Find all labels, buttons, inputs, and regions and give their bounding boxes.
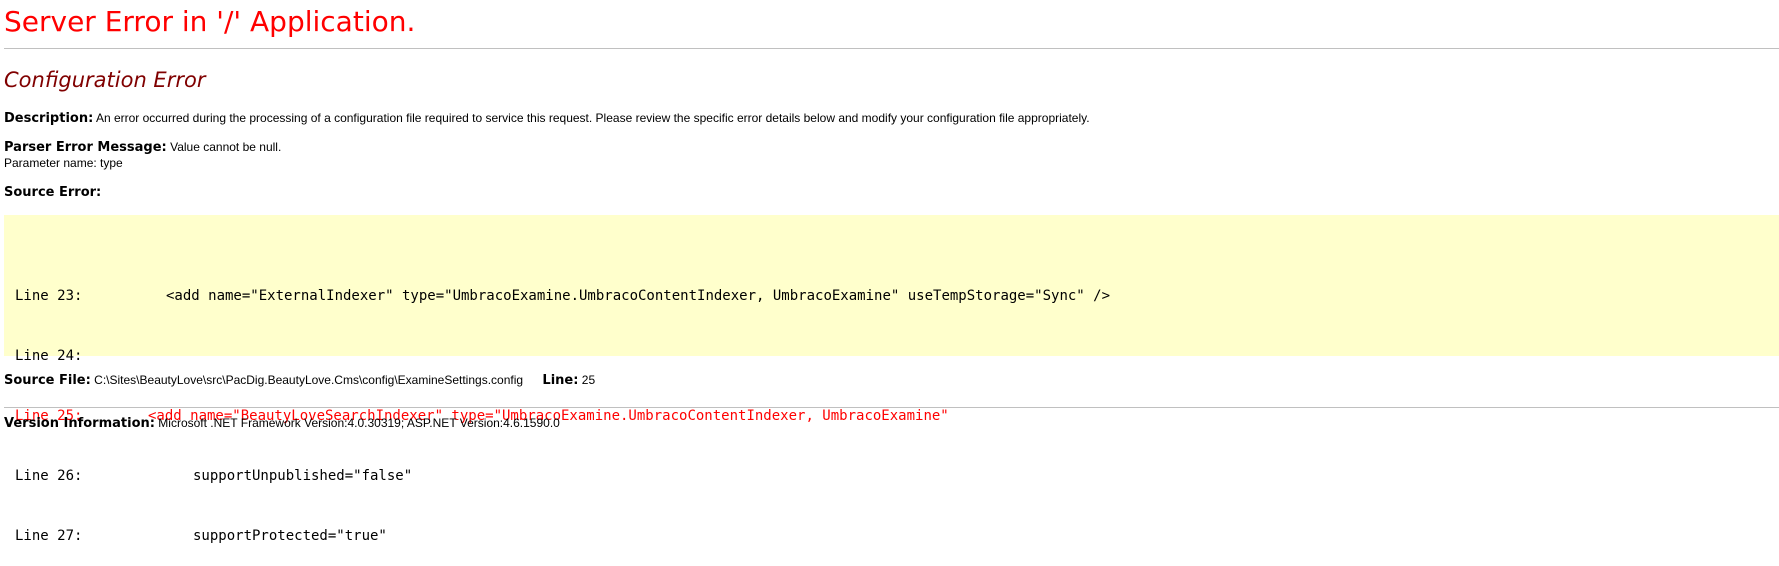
- line-code: <add name="ExternalIndexer" type="Umbrac…: [166, 288, 1111, 304]
- line-number: Line 23:: [15, 288, 83, 304]
- page-title: Server Error in '/' Application.: [4, 5, 416, 38]
- source-error: Source Error:: [4, 185, 101, 200]
- error-page: Server Error in '/' Application. Configu…: [0, 0, 1779, 566]
- code-line: Line 27: supportProtected="true": [15, 526, 1110, 546]
- line-number: Line 27:: [15, 528, 83, 544]
- description: Description: An error occurred during th…: [4, 111, 1090, 126]
- parser-error-message: Parser Error Message: Value cannot be nu…: [4, 140, 281, 155]
- source-file-path: C:\Sites\BeautyLove\src\PacDig.BeautyLov…: [94, 373, 524, 387]
- source-error-label: Source Error:: [4, 185, 102, 200]
- line-number: Line 24:: [15, 348, 83, 364]
- version-divider: [4, 407, 1779, 408]
- parser-error-text: Value cannot be null.: [170, 140, 282, 154]
- code-line: Line 24:: [15, 346, 1110, 366]
- version-text: Microsoft .NET Framework Version:4.0.303…: [158, 416, 560, 430]
- version-information: Version Information: Microsoft .NET Fram…: [4, 416, 560, 431]
- source-file-label: Source File:: [4, 373, 91, 388]
- description-text: An error occurred during the processing …: [95, 111, 1090, 125]
- parser-error-detail: Parameter name: type: [4, 156, 123, 170]
- description-label: Description:: [4, 111, 94, 126]
- parser-error-label: Parser Error Message:: [4, 140, 167, 155]
- version-label: Version Information:: [4, 416, 155, 431]
- line-number: Line 26:: [15, 468, 83, 484]
- line-code: supportUnpublished="false": [193, 468, 413, 484]
- source-code-block: Line 23: <add name="ExternalIndexer" type…: [4, 215, 1779, 544]
- line-code: supportProtected="true": [193, 528, 387, 544]
- code-line: Line 26: supportUnpublished="false": [15, 466, 1110, 486]
- source-file: Source File: C:\Sites\BeautyLove\src\Pac…: [4, 373, 595, 388]
- source-line-label: Line:: [542, 373, 579, 388]
- error-type-heading: Configuration Error: [4, 68, 206, 92]
- code-line: Line 23: <add name="ExternalIndexer" type…: [15, 286, 1110, 306]
- title-divider: [4, 48, 1779, 49]
- source-code-lines: Line 23: <add name="ExternalIndexer" type…: [15, 246, 1110, 566]
- source-line-value: 25: [581, 373, 596, 387]
